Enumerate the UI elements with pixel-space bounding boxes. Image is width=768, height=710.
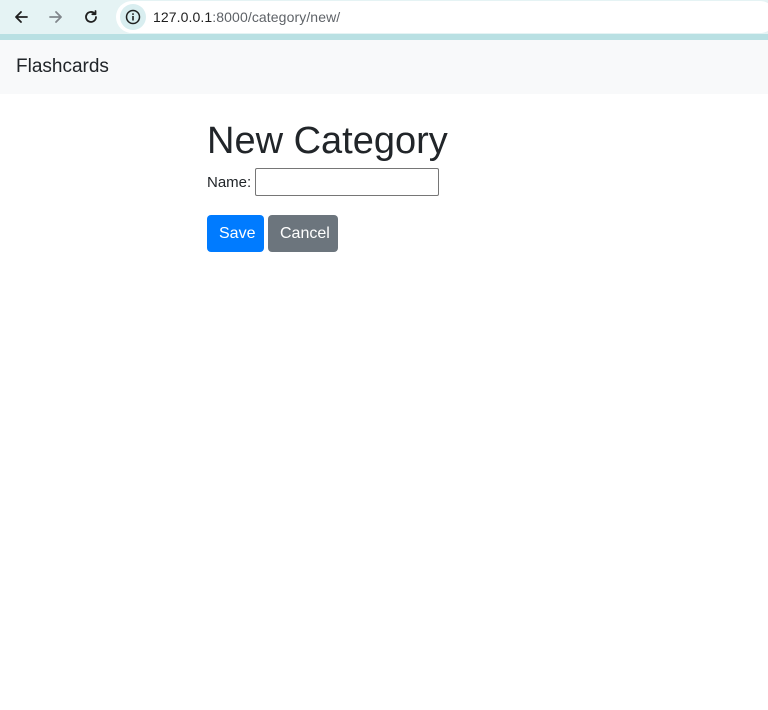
navbar-brand[interactable]: Flashcards — [16, 56, 109, 78]
navbar: Flashcards — [0, 40, 768, 94]
category-form: Name: Save Cancel — [207, 168, 768, 252]
site-info-button[interactable] — [120, 4, 146, 30]
form-actions: Save Cancel — [207, 215, 768, 252]
url-text[interactable]: 127.0.0.1:8000/category/new/ — [153, 9, 340, 25]
reload-icon — [85, 10, 97, 23]
save-button[interactable]: Save — [207, 215, 264, 252]
forward-button[interactable] — [43, 4, 69, 30]
cancel-button[interactable]: Cancel — [268, 215, 338, 252]
page-title: New Category — [207, 120, 448, 162]
url-path: :8000/category/new/ — [212, 9, 341, 25]
arrow-right-icon — [49, 11, 62, 23]
name-form-row: Name: — [207, 168, 768, 196]
back-button[interactable] — [8, 4, 34, 30]
url-host: 127.0.0.1 — [153, 9, 213, 25]
name-input[interactable] — [255, 168, 440, 196]
address-bar[interactable]: 127.0.0.1:8000/category/new/ — [116, 1, 768, 33]
arrow-left-icon — [15, 11, 28, 23]
reload-button[interactable] — [78, 4, 104, 30]
main-content: New Category Name: Save Cancel — [0, 94, 768, 252]
name-label: Name: — [207, 173, 252, 191]
browser-toolbar: 127.0.0.1:8000/category/new/ — [0, 0, 768, 40]
info-icon — [125, 9, 141, 25]
